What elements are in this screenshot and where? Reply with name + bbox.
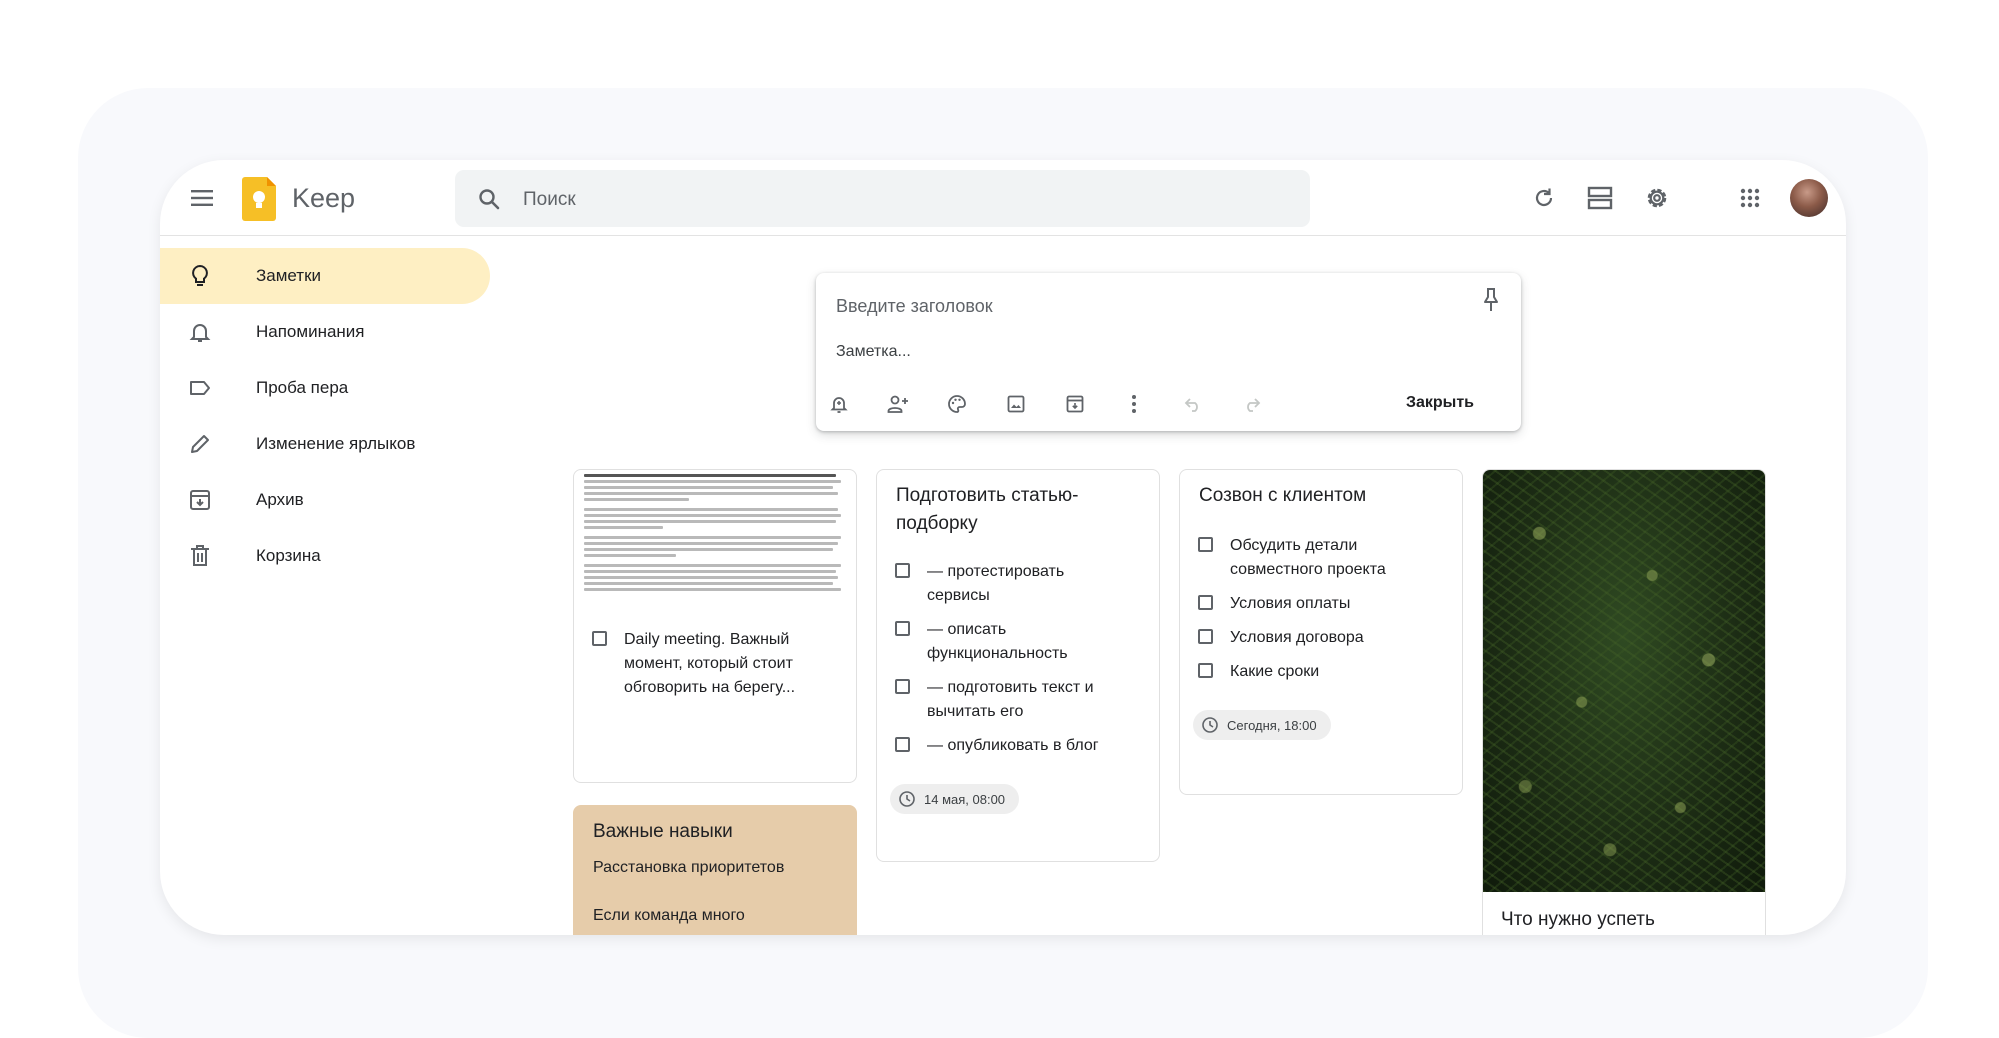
sidebar-item-reminders[interactable]: Напоминания: [160, 304, 490, 360]
avatar[interactable]: [1790, 179, 1828, 217]
note-title: Подготовить статью-подборку: [896, 485, 1079, 534]
note-text: Расстановка приоритетов: [593, 859, 785, 876]
more-vert-icon[interactable]: [1119, 389, 1149, 419]
reminder-text: Сегодня, 18:00: [1227, 717, 1317, 733]
note-title: Созвон с клиентом: [1199, 485, 1367, 506]
checkbox[interactable]: [895, 679, 910, 694]
archive-icon[interactable]: [1060, 389, 1090, 419]
clock-icon: [1202, 717, 1218, 733]
checkbox[interactable]: [895, 737, 910, 752]
checklist-item[interactable]: Какие сроки: [1198, 660, 1450, 684]
note-card-daily-meeting[interactable]: Daily meeting. Важный момент, который ст…: [573, 469, 857, 783]
image-icon[interactable]: [1001, 389, 1031, 419]
top-bar: Keep: [160, 160, 1846, 236]
note-card-article[interactable]: Подготовить статью-подборку — протестиро…: [876, 469, 1160, 862]
remind-me-icon[interactable]: [824, 389, 854, 419]
sidebar-item-label: Изменение ярлыков: [256, 434, 416, 453]
clock-icon: [899, 791, 915, 807]
sidebar-item-edit-labels[interactable]: Изменение ярлыков: [160, 416, 490, 472]
note-image: [1483, 470, 1765, 892]
checkbox[interactable]: [895, 621, 910, 636]
checklist-item[interactable]: — описать функциональность: [895, 618, 1127, 666]
lightbulb-icon: [188, 264, 212, 288]
note-title: Важные навыки: [593, 821, 733, 842]
note-card-photo[interactable]: Что нужно успеть: [1482, 469, 1766, 935]
checkbox[interactable]: [592, 631, 607, 646]
sidebar-item-label: Корзина: [256, 546, 321, 565]
reminder-chip[interactable]: Сегодня, 18:00: [1193, 710, 1331, 740]
close-button[interactable]: Закрыть: [1390, 385, 1490, 421]
checkbox[interactable]: [1198, 595, 1213, 610]
pin-icon[interactable]: [1479, 287, 1503, 318]
checkbox[interactable]: [1198, 663, 1213, 678]
reminder-text: 14 мая, 08:00: [924, 791, 1006, 807]
note-title: Что нужно успеть: [1501, 909, 1655, 930]
note-title-input[interactable]: [834, 291, 1438, 321]
list-view-icon[interactable]: [1584, 182, 1616, 214]
checklist-item[interactable]: Daily meeting. Важный момент, который ст…: [592, 628, 809, 700]
undo-icon[interactable]: [1178, 389, 1208, 419]
checkbox[interactable]: [895, 563, 910, 578]
note-text: Если команда много: [593, 907, 745, 924]
document-thumbnail: [584, 474, 846, 614]
settings-gear-icon[interactable]: [1641, 182, 1673, 214]
sidebar: Заметки Напоминания Проба пера Изменение…: [160, 248, 490, 584]
pencil-icon: [188, 432, 212, 456]
bell-icon: [188, 320, 212, 344]
sidebar-item-label: Напоминания: [256, 322, 365, 341]
note-body-input[interactable]: [834, 339, 1438, 365]
collaborator-icon[interactable]: [883, 389, 913, 419]
note-card-skills[interactable]: Важные навыки Расстановка приоритетов Ес…: [573, 805, 857, 935]
checklist-item[interactable]: Условия договора: [1198, 626, 1450, 650]
reminder-chip[interactable]: 14 мая, 08:00: [890, 784, 1020, 814]
sidebar-item-label: Архив: [256, 490, 304, 509]
search-icon[interactable]: [477, 187, 501, 216]
sidebar-item-label-proba[interactable]: Проба пера: [160, 360, 490, 416]
checklist-item[interactable]: Обсудить детали совместного проекта: [1198, 534, 1450, 582]
app-name: Keep: [292, 183, 356, 213]
sidebar-item-trash[interactable]: Корзина: [160, 528, 490, 584]
sidebar-item-label: Заметки: [256, 266, 322, 285]
search-input[interactable]: [521, 170, 1285, 229]
palette-icon[interactable]: [942, 389, 972, 419]
sidebar-item-archive[interactable]: Архив: [160, 472, 490, 528]
search-bar[interactable]: [455, 170, 1310, 229]
note-card-client-call[interactable]: Созвон с клиентом Обсудить детали совмес…: [1179, 469, 1463, 795]
checklist-item[interactable]: — подготовить текст и вычитать его: [895, 676, 1127, 724]
label-icon: [188, 376, 212, 400]
sidebar-item-notes[interactable]: Заметки: [160, 248, 490, 304]
checkbox[interactable]: [1198, 629, 1213, 644]
checklist-item[interactable]: — опубликовать в блог: [895, 734, 1147, 758]
trash-icon: [188, 544, 212, 568]
checklist-item[interactable]: — протестировать сервисы: [895, 560, 1127, 608]
checklist-item[interactable]: Условия оплаты: [1198, 592, 1450, 616]
checkbox[interactable]: [1198, 537, 1213, 552]
refresh-icon[interactable]: [1528, 182, 1560, 214]
keep-window: Keep За: [160, 160, 1846, 935]
keep-logo-icon[interactable]: [242, 177, 276, 221]
sidebar-item-label: Проба пера: [256, 378, 349, 397]
menu-icon[interactable]: [188, 184, 216, 212]
apps-grid-icon[interactable]: [1734, 182, 1766, 214]
note-composer: Закрыть: [816, 273, 1521, 431]
archive-icon: [188, 488, 212, 512]
redo-icon[interactable]: [1237, 389, 1267, 419]
